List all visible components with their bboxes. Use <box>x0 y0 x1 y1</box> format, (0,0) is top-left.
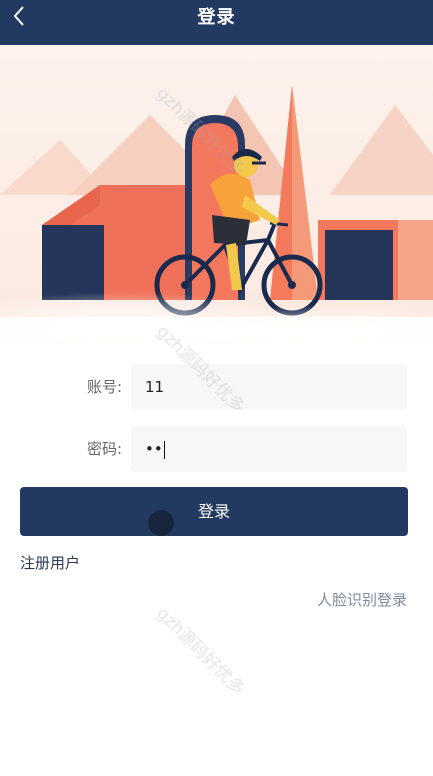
password-row: 密码: •• <box>0 426 433 472</box>
password-input[interactable]: •• <box>131 426 407 472</box>
account-input[interactable] <box>131 364 407 410</box>
register-link[interactable]: 注册用户 <box>20 552 80 573</box>
cyclist-illustration <box>0 45 433 368</box>
page-title: 登录 <box>197 7 236 28</box>
watermark-text: gzh源码好优多 <box>152 603 249 700</box>
touch-indicator <box>148 510 174 536</box>
login-screen: 登录 账号: 11 密码: •• 登录 注册用户 人脸识别登录 gzh源码好优多… <box>0 0 433 776</box>
account-row: 账号: <box>0 364 433 410</box>
password-dots: •• <box>145 440 163 458</box>
password-label: 密码: <box>86 440 122 458</box>
login-button[interactable]: 登录 <box>20 487 408 536</box>
face-login-link[interactable]: 人脸识别登录 <box>317 589 407 610</box>
app-header: 登录 <box>0 0 433 45</box>
text-caret <box>163 440 165 459</box>
account-label: 账号: <box>86 378 122 396</box>
